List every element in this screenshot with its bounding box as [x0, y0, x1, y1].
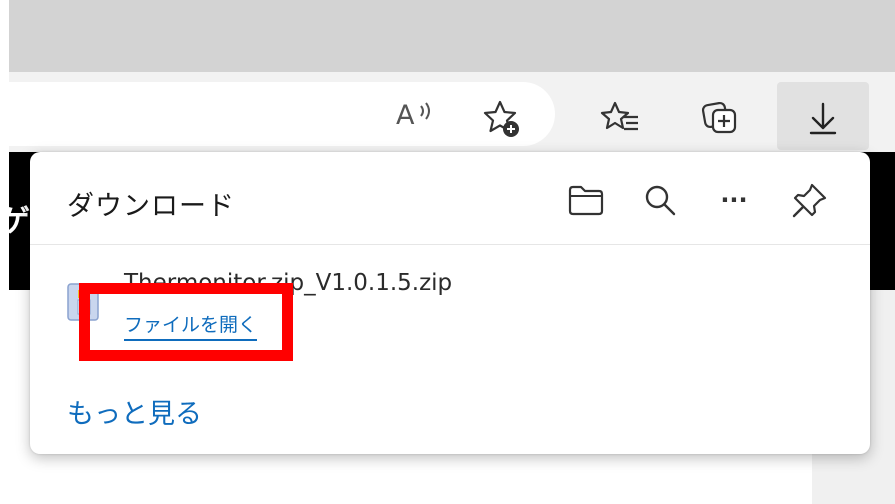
- address-bar[interactable]: [0, 82, 555, 146]
- see-more-link[interactable]: もっと見る: [67, 392, 202, 431]
- downloads-icon-wrap: [801, 96, 845, 140]
- zip-file-icon: [66, 280, 102, 324]
- add-favorite-icon: [483, 100, 519, 137]
- page-left-margin: [0, 0, 9, 504]
- read-aloud-button[interactable]: A: [396, 96, 440, 136]
- downloads-icon: [809, 102, 837, 135]
- more-options-button[interactable]: ···: [710, 178, 758, 222]
- read-aloud-icon: A: [396, 100, 415, 131]
- downloads-panel-title: ダウンロード: [67, 191, 235, 222]
- open-downloads-folder-button[interactable]: [562, 178, 610, 222]
- collections-icon: [701, 101, 737, 134]
- tab-strip: [0, 0, 895, 72]
- open-file-link[interactable]: ファイルを開く: [124, 310, 258, 341]
- favorites-icon: [600, 101, 638, 131]
- add-favorite-button[interactable]: [476, 96, 524, 140]
- download-file-name: Thermonitor.zip_V1.0.1.5.zip: [124, 270, 453, 296]
- pin-icon: [792, 183, 827, 218]
- downloads-panel: ダウンロード ··· Thermonitor.zip_V1.0.1.5.zip …: [30, 152, 870, 454]
- favorites-button[interactable]: [596, 96, 644, 140]
- read-aloud-waves-icon: [420, 102, 430, 120]
- folder-icon: [568, 185, 604, 216]
- collections-button[interactable]: [696, 96, 744, 140]
- search-downloads-button[interactable]: [636, 178, 684, 222]
- panel-divider: [30, 244, 870, 245]
- pin-panel-button[interactable]: [786, 178, 834, 222]
- more-icon: ···: [720, 186, 748, 214]
- search-icon: [645, 185, 676, 216]
